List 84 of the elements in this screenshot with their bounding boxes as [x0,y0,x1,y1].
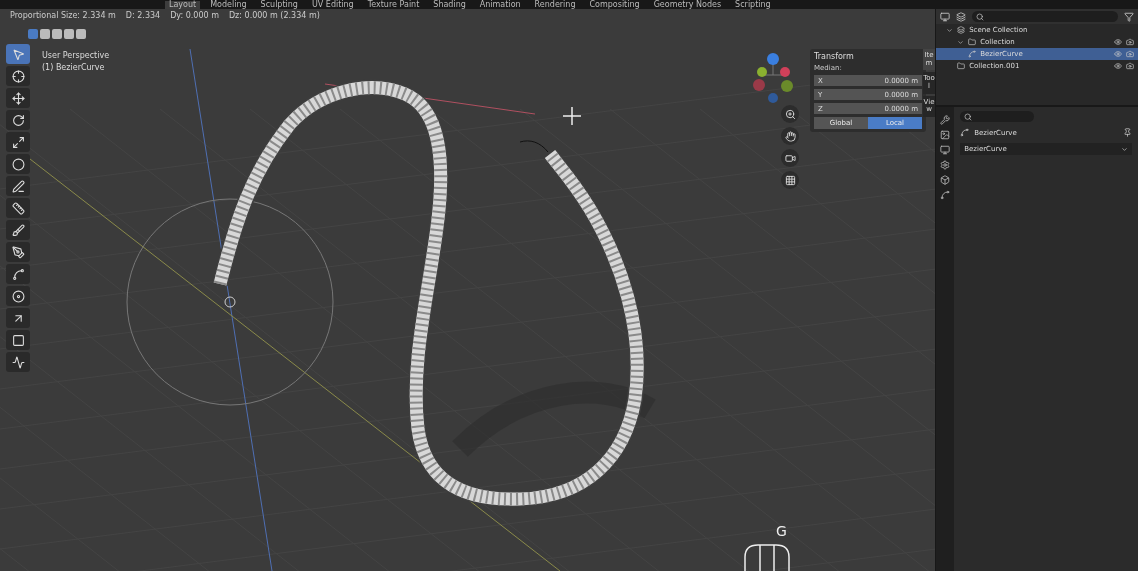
tool-button[interactable] [6,110,30,130]
curve-icon [960,128,970,137]
tool-button[interactable] [6,198,30,218]
workspace-tab[interactable]: Shading [429,1,470,9]
eye-icon[interactable] [1114,62,1122,70]
key-hint: G [776,523,787,539]
workspace-tab[interactable]: UV Editing [307,1,358,9]
zoom-button[interactable] [781,105,799,123]
camera-button[interactable] [781,149,799,167]
view-name: User Perspective [42,51,110,60]
cursor-icon [224,296,236,308]
workspace-tab[interactable]: Compositing [585,1,644,9]
camera-icon [784,152,796,164]
filter-icon[interactable] [1124,11,1134,22]
tilt-tool-icon [11,267,25,281]
axis-gizmo-drawing[interactable] [753,53,793,103]
curve-icon[interactable] [940,190,951,200]
tool-button[interactable] [6,286,30,306]
cursor-tool-icon [11,69,25,83]
grid-icon [784,174,796,186]
move-icon [562,106,582,126]
panel-title[interactable]: Transform [814,52,922,61]
mouse-icon [744,544,790,571]
plane-tool-icon [11,333,25,347]
tool-button[interactable] [6,176,30,196]
image-icon[interactable] [940,130,951,140]
search-field[interactable] [960,111,1035,122]
item-icon [968,38,977,46]
tool-button[interactable] [6,352,30,372]
workspace-tab[interactable]: Layout [165,1,201,9]
tool-button[interactable] [6,242,30,262]
tool-button[interactable] [6,132,30,152]
grid-button[interactable] [781,171,799,189]
tool-button[interactable] [6,264,30,284]
tool-button[interactable] [6,88,30,108]
tool-button[interactable] [6,66,30,86]
item-icon [957,26,966,34]
status-text: Dy: 0.000 m [170,11,219,20]
radius-tool-icon [11,289,25,303]
tool-button[interactable] [6,330,30,350]
workspace-tab[interactable]: Texture Paint [363,1,424,9]
tool-button[interactable] [6,154,30,174]
camera-icon[interactable] [1126,38,1134,46]
eye-icon[interactable] [1114,38,1122,46]
search-field[interactable] [972,11,1118,22]
status-text: Proportional Size: 2.334 m [10,11,116,20]
annotate-tool-icon [11,179,25,193]
workspace-tab[interactable]: Rendering [530,1,580,9]
eye-icon[interactable] [1114,50,1122,58]
workspace-tab[interactable]: Modeling [206,1,251,9]
move-tool-icon [11,91,25,105]
workspace-tab[interactable]: Geometry Nodes [649,1,726,9]
pen-tool-icon [11,245,25,259]
wrench-icon[interactable] [940,115,951,125]
settings-icon[interactable] [940,160,951,170]
display-mode-icon[interactable] [940,11,951,22]
pin-icon[interactable] [1123,128,1132,137]
curve-tool-icon [11,355,25,369]
layers-icon[interactable] [956,11,967,22]
item-icon [957,62,966,70]
tool-button[interactable] [6,308,30,328]
search-icon [964,112,973,121]
pan-button[interactable] [781,127,799,145]
hand-icon [784,130,796,142]
workspace-tab[interactable]: Animation [475,1,525,9]
search-icon [976,12,985,21]
measure-tool-icon [11,201,25,215]
status-text: D: 2.334 [125,11,161,20]
workspace-tab[interactable]: Sculpting [256,1,302,9]
draw-tool-icon [11,223,25,237]
camera-icon[interactable] [1126,62,1134,70]
rotate-tool-icon [11,113,25,127]
transform-tool-icon [11,157,25,171]
tool-button[interactable] [6,220,30,240]
zoom-icon [784,108,796,120]
select-tool-icon [11,47,25,61]
workspace-tab[interactable]: Scripting [731,1,775,9]
status-text: Dz: 0.000 m (2.334 m) [228,11,320,20]
chevron-icon [1121,145,1128,153]
item-icon [968,50,977,58]
monitor-icon[interactable] [940,145,951,155]
scale-tool-icon [11,135,25,149]
object-name: (1) BezierCurve [42,63,106,72]
cube-icon[interactable] [940,175,951,185]
